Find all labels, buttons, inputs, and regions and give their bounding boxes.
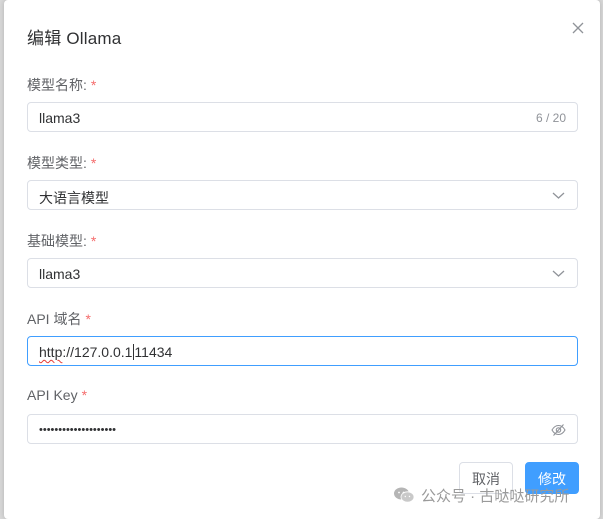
required-mark: * [85, 311, 91, 327]
model-type-value: 大语言模型 [39, 190, 109, 206]
model-type-label: 模型类型: * [27, 155, 97, 171]
api-domain-value: http://127.0.0.1 11434 [39, 344, 173, 360]
char-counter: 6 / 20 [535, 111, 566, 125]
required-mark: * [81, 387, 88, 403]
model-name-label: 模型名称: * [27, 77, 97, 93]
eye-off-icon[interactable] [551, 423, 566, 437]
close-icon[interactable] [570, 20, 586, 36]
chevron-down-icon[interactable] [552, 269, 565, 278]
wechat-icon [394, 487, 415, 503]
watermark-text: 公众号 · 古哒哒研究所 [421, 487, 570, 505]
required-mark: * [90, 77, 97, 93]
api-key-input[interactable]: •••••••••••••••••••• [27, 414, 578, 444]
api-domain-label: API 域名 * [27, 311, 91, 327]
required-mark: * [90, 155, 97, 171]
base-model-value: llama3 [39, 266, 81, 282]
masked-value: •••••••••••••••••••• [39, 424, 117, 436]
model-name-input[interactable]: llama3 6 / 20 [27, 102, 578, 132]
dialog-title: 编辑 Ollama [27, 29, 122, 48]
watermark: 公众号 · 古哒哒研究所 [393, 485, 569, 505]
edit-dialog: 编辑 Ollama 模型名称: * llama3 6 / 20 模型类型: * 大语… [4, 0, 600, 519]
api-key-label: API Key * [27, 387, 88, 403]
spellcheck-word: http [39, 344, 63, 360]
chevron-down-icon[interactable] [552, 191, 565, 200]
api-domain-input[interactable]: http://127.0.0.1 11434 [27, 336, 578, 366]
model-name-value: llama3 [39, 110, 81, 126]
model-type-select[interactable]: 大语言模型 [27, 180, 578, 210]
base-model-label: 基础模型: * [27, 233, 97, 249]
required-mark: * [90, 233, 97, 249]
base-model-select[interactable]: llama3 [27, 258, 578, 288]
